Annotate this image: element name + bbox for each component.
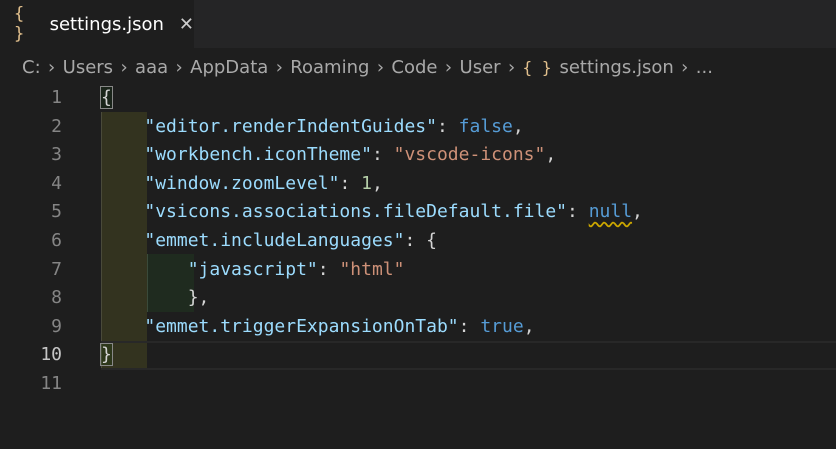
- chevron-right-icon: ›: [681, 56, 689, 78]
- breadcrumb-item-users[interactable]: Users: [63, 57, 113, 78]
- breadcrumb-item-code[interactable]: Code: [391, 57, 437, 78]
- code-line[interactable]: 9 "emmet.triggerExpansionOnTab": true,: [0, 313, 836, 342]
- code-token: "emmet.includeLanguages": [144, 230, 405, 251]
- code-token: "editor.renderIndentGuides": [144, 115, 437, 137]
- chevron-right-icon: ›: [444, 56, 453, 78]
- line-number: 7: [51, 258, 62, 280]
- code-text: "javascript": "html": [101, 256, 405, 285]
- code-line[interactable]: 6 "emmet.includeLanguages": {: [0, 227, 836, 256]
- code-token: "vsicons.associations.fileDefault.file": [144, 201, 567, 223]
- code-token: ,: [523, 315, 535, 337]
- code-token: },: [101, 287, 210, 309]
- close-icon[interactable]: ✕: [179, 14, 194, 35]
- code-line[interactable]: 1{: [0, 84, 836, 113]
- line-number: 3: [51, 144, 62, 166]
- code-token: "html": [339, 258, 405, 280]
- chevron-right-icon: ›: [175, 56, 183, 78]
- json-file-icon: { }: [522, 57, 552, 77]
- line-number: 2: [51, 115, 62, 137]
- line-number: 8: [51, 287, 62, 309]
- code-token: ,: [512, 115, 524, 137]
- line-number: 6: [51, 230, 62, 251]
- current-line-highlight: [101, 341, 836, 370]
- code-line[interactable]: 11: [0, 370, 836, 399]
- line-number: 1: [51, 87, 62, 108]
- code-token: :: [371, 144, 394, 166]
- code-line[interactable]: 10}: [0, 341, 836, 370]
- chevron-right-icon: ›: [48, 56, 56, 78]
- code-text: {: [100, 84, 113, 113]
- breadcrumb-item-roaming[interactable]: Roaming: [290, 57, 369, 78]
- tab-settings-json[interactable]: { } settings.json ✕: [0, 0, 194, 48]
- breadcrumb-item-appdata[interactable]: AppData: [190, 57, 268, 78]
- code-line[interactable]: 2 "editor.renderIndentGuides": false,: [0, 113, 836, 142]
- line-number: 10: [40, 344, 62, 366]
- code-token: 1: [361, 172, 372, 194]
- line-number: 4: [51, 172, 62, 194]
- chevron-right-icon: ›: [507, 56, 516, 78]
- code-token: "emmet.triggerExpansionOnTab": [144, 315, 459, 337]
- breadcrumb-item-aaa[interactable]: aaa: [135, 57, 168, 78]
- code-token: "window.zoomLevel": [144, 172, 340, 194]
- chevron-right-icon: ›: [120, 56, 128, 78]
- code-line[interactable]: 5 "vsicons.associations.fileDefault.file…: [0, 198, 836, 227]
- code-line[interactable]: 4 "window.zoomLevel": 1,: [0, 170, 836, 199]
- code-token: :: [458, 315, 481, 337]
- chevron-right-icon: ›: [275, 56, 283, 78]
- code-token: }: [100, 343, 113, 367]
- code-token: :: [567, 201, 589, 223]
- code-token: : {: [404, 230, 437, 251]
- line-number: 9: [51, 315, 62, 337]
- code-token: {: [100, 86, 113, 109]
- code-token: ,: [545, 144, 557, 166]
- code-token: "javascript": [187, 258, 318, 280]
- breadcrumb-ellipsis[interactable]: ...: [696, 57, 713, 78]
- code-text: }: [100, 341, 113, 370]
- code-text: "editor.renderIndentGuides": false,: [101, 113, 524, 142]
- code-token: null: [588, 201, 633, 223]
- code-token: "vscode-icons": [393, 144, 546, 166]
- breadcrumb-item-user[interactable]: User: [460, 57, 501, 78]
- code-text: "vsicons.associations.fileDefault.file":…: [101, 198, 643, 227]
- code-text: },: [101, 284, 210, 313]
- code-line[interactable]: 7 "javascript": "html": [0, 256, 836, 285]
- json-file-icon: { }: [14, 4, 25, 44]
- code-text: "emmet.triggerExpansionOnTab": true,: [101, 313, 535, 342]
- code-token: ,: [632, 201, 643, 223]
- chevron-right-icon: ›: [376, 56, 385, 78]
- line-number: 11: [40, 373, 62, 394]
- code-token: :: [436, 115, 459, 137]
- breadcrumb: C: › Users › aaa › AppData › Roaming › C…: [0, 48, 836, 86]
- code-editor[interactable]: 1{2 "editor.renderIndentGuides": false, 3…: [0, 84, 836, 449]
- breadcrumb-item-file[interactable]: settings.json: [559, 57, 673, 78]
- code-token: true: [480, 315, 524, 337]
- tab-bar: { } settings.json ✕: [0, 0, 836, 48]
- code-token: "workbench.iconTheme": [144, 144, 372, 166]
- code-text: "workbench.iconTheme": "vscode-icons",: [101, 141, 556, 170]
- code-token: ,: [371, 172, 383, 194]
- tab-title: settings.json: [49, 13, 164, 35]
- code-token: false: [458, 115, 513, 137]
- code-token: :: [339, 172, 362, 194]
- code-line[interactable]: 3 "workbench.iconTheme": "vscode-icons",: [0, 141, 836, 170]
- code-text: "emmet.includeLanguages": {: [101, 227, 437, 256]
- code-text: "window.zoomLevel": 1,: [101, 170, 383, 199]
- breadcrumb-item-drive[interactable]: C:: [22, 57, 41, 78]
- code-line[interactable]: 8 },: [0, 284, 836, 313]
- line-number: 5: [51, 201, 62, 223]
- code-token: :: [317, 258, 340, 280]
